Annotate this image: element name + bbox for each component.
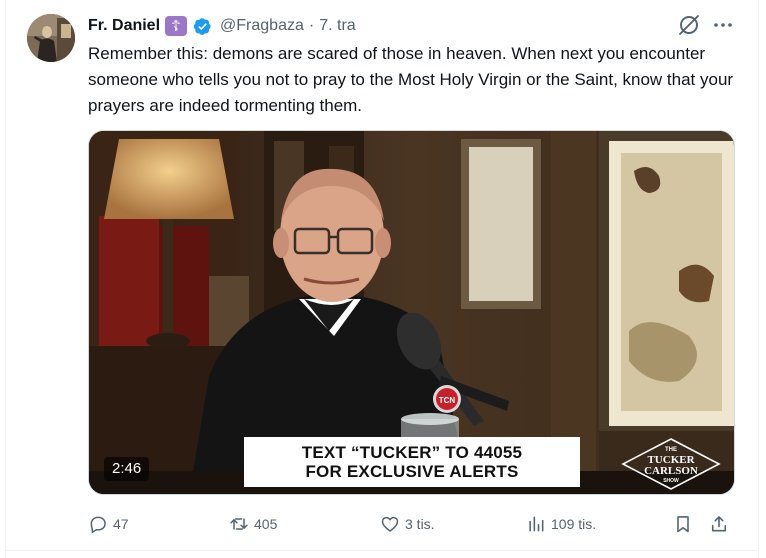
separator-dot: · [308, 17, 315, 34]
repost-button[interactable]: 405 [229, 511, 277, 537]
lower-third-banner: TEXT “TUCKER” TO 44055 FOR EXCLUSIVE ALE… [244, 437, 580, 487]
tweet-text: Remember this: demons are scared of thos… [88, 44, 734, 115]
tweet-actions: 47 405 3 tis. 109 tis. [88, 511, 738, 537]
reply-count: 47 [113, 516, 129, 532]
tweet-divider [5, 550, 759, 551]
reply-icon [90, 516, 106, 533]
video-duration-badge: 2:46 [104, 457, 150, 481]
lower-third-line1: TEXT “TUCKER” TO 44055 [302, 443, 522, 462]
repost-count: 405 [254, 516, 278, 532]
timeline-border-left [5, 0, 6, 558]
mic-logo-text: TCN [439, 396, 456, 405]
tweet-header: Fr. Daniel ☦ @Fragbaza · 7. tra [88, 15, 356, 37]
logo-the: THE [665, 447, 677, 453]
repost-icon [230, 518, 248, 530]
logo-show: SHOW [663, 478, 679, 484]
avatar[interactable] [27, 14, 75, 62]
lower-third-line2: FOR EXCLUSIVE ALERTS [305, 462, 519, 481]
verified-icon[interactable] [193, 17, 212, 36]
like-icon [381, 516, 399, 532]
tucker-carlson-show-logo: THE TUCKER CARLSON SHOW [621, 438, 721, 490]
author-name[interactable]: Fr. Daniel [88, 17, 160, 35]
logo-carlson: CARLSON [644, 465, 698, 477]
bookmark-icon [677, 516, 689, 533]
timeline-border-right [758, 0, 759, 558]
views-count: 109 tis. [551, 516, 597, 532]
views-icon [529, 516, 544, 532]
like-count: 3 tis. [405, 516, 435, 532]
bookmark-button[interactable] [673, 511, 693, 537]
more-icon[interactable] [711, 13, 735, 37]
lower-third-number: 44055 [473, 443, 523, 462]
lower-third-prefix: TEXT “TUCKER” TO [301, 443, 474, 462]
orthodox-cross-badge: ☦ [165, 16, 188, 36]
share-icon [711, 516, 727, 532]
like-button[interactable]: 3 tis. [380, 511, 435, 537]
tweet-date[interactable]: 7. tra [319, 17, 355, 35]
views-button[interactable]: 109 tis. [526, 511, 596, 537]
video-player[interactable]: TCN TEXT “TUCKER” TO 44055 FOR EXCLUSIVE… [88, 130, 735, 495]
grok-icon[interactable] [677, 13, 701, 37]
share-button[interactable] [709, 511, 729, 537]
author-handle[interactable]: @Fragbaza [220, 17, 304, 35]
reply-button[interactable]: 47 [88, 511, 129, 537]
